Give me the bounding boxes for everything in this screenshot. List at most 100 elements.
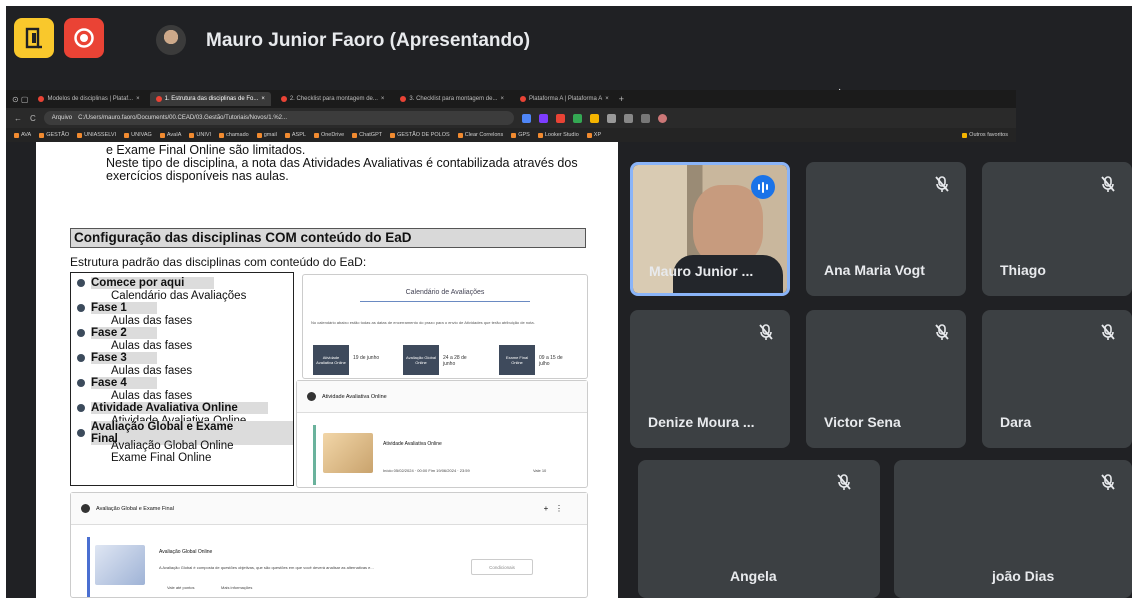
calendar-chip-value: 24 a 28 de junho (443, 355, 467, 367)
extension-icon[interactable] (538, 113, 548, 123)
calendar-chip: Exame Final Online (499, 345, 535, 375)
extension-icon[interactable] (640, 113, 650, 123)
doc-text: exercícios disponíveis nas aulas. (106, 169, 289, 183)
stop-presenting-button[interactable] (64, 18, 104, 58)
browser-tab[interactable]: 2. Checklist para montagem de... × (275, 92, 391, 106)
bookmark-item[interactable]: UNIVAG (124, 132, 152, 138)
divider (359, 301, 531, 302)
meet-window: Mauro Junior Faoro (Apresentando) ⊙ ▢ Mo… (6, 6, 1132, 598)
global-section-header[interactable]: Avaliação Global e Exame Final + ⋮ (71, 493, 587, 525)
bookmark-icon (159, 132, 165, 138)
url-field[interactable]: Arquivo C:/Users/mauro.faoro/Documents/00… (43, 111, 514, 125)
bookmark-item[interactable]: gmail (256, 132, 277, 138)
bookmark-label: GESTÃO DE POLOS (397, 132, 450, 138)
bookmark-icon (511, 132, 517, 138)
new-tab-icon[interactable]: + (619, 94, 624, 104)
bookmarks-folder[interactable]: Outros favoritos (962, 132, 1008, 138)
extension-icon[interactable] (521, 113, 531, 123)
bookmark-item[interactable]: XP (586, 132, 601, 138)
exit-presentation-button[interactable] (14, 18, 54, 58)
outline-item: Fase 3 (77, 352, 293, 365)
course-outline: Comece por aqui Calendário das Avaliaçõe… (70, 272, 294, 486)
extension-icon[interactable] (606, 113, 616, 123)
outline-item: Comece por aqui (77, 277, 293, 290)
bookmark-item[interactable]: Clear Correlons (457, 132, 503, 138)
participant-tile[interactable]: Ana Maria Vogt (806, 162, 966, 296)
calendar-chip-value: 19 de junho (353, 355, 380, 361)
profile-icon[interactable] (657, 113, 667, 123)
activity-section-header[interactable]: Atividade Avaliativa Online (297, 381, 587, 413)
document-page: e Exame Final Online são limitados. Nest… (36, 142, 618, 598)
collapse-icon (81, 504, 90, 513)
participant-name: Victor Sena (824, 414, 901, 430)
activity-item-title[interactable]: Atividade Avaliativa Online (383, 441, 442, 447)
participant-tile[interactable]: Denize Moura ... (630, 310, 790, 448)
global-thumbnail (95, 545, 145, 585)
bookmark-item[interactable]: GPS (511, 132, 530, 138)
activity-thumbnail (323, 433, 373, 473)
mic-off-icon (837, 474, 851, 490)
bookmark-label: UNIVI (196, 132, 212, 138)
bookmark-item[interactable]: GESTÃO DE POLOS (390, 132, 450, 138)
bookmark-icon (14, 132, 19, 138)
bookmark-item[interactable]: Looker Studio (537, 132, 579, 138)
participant-tile-speaker[interactable]: Mauro Junior ... (630, 162, 790, 296)
participant-name: Dara (1000, 414, 1032, 430)
back-icon[interactable]: ← (14, 114, 22, 123)
outline-subitem: Aulas das fases (111, 364, 193, 377)
calendar-description: No calendário abaixo estão todas as data… (311, 320, 535, 325)
extension-icon[interactable] (572, 113, 582, 123)
global-view-link[interactable]: Mais informações (221, 585, 252, 590)
extension-icon[interactable] (589, 113, 599, 123)
bookmark-icon (586, 132, 592, 138)
participant-tile[interactable]: Dara (982, 310, 1132, 448)
bookmark-icon (457, 132, 463, 138)
participant-tile[interactable]: Thiago (982, 162, 1132, 296)
bookmark-item[interactable]: UNIASSELVI (77, 132, 116, 138)
bookmark-item[interactable]: AVA (14, 132, 31, 138)
bullet-icon (77, 429, 85, 438)
participant-tile[interactable]: Angela (638, 460, 880, 598)
activity-card: Atividade Avaliativa Online Atividade Av… (296, 380, 588, 488)
calendar-chip: Atividade Avaliativa Online (313, 345, 349, 375)
bookmark-label: GPS (518, 132, 530, 138)
presenter-avatar (156, 25, 186, 55)
browser-tab[interactable]: Plataforma A | Plataforma A × (514, 92, 615, 106)
participant-name: Thiago (1000, 262, 1046, 278)
bookmark-icon (284, 132, 290, 138)
bookmark-item[interactable]: GESTÃO (39, 132, 69, 138)
bullet-icon (77, 354, 85, 363)
participant-name: joão Dias (992, 568, 1055, 584)
bookmark-item[interactable]: ChatGPT (352, 132, 382, 138)
reload-icon[interactable]: C (30, 114, 36, 123)
browser-tab[interactable]: 3. Checklist para montagem de... × (394, 92, 510, 106)
participant-tile[interactable]: joão Dias (894, 460, 1132, 598)
bookmark-item[interactable]: ASPL (284, 132, 306, 138)
browser-menu-icon[interactable]: ⊙ ▢ (12, 95, 28, 104)
participant-tile[interactable]: Victor Sena (806, 310, 966, 448)
browser-tab[interactable]: Modelos de disciplinas | Plataf... × (32, 92, 145, 106)
extension-icon[interactable] (623, 113, 633, 123)
bookmark-item[interactable]: OneDrive (313, 132, 344, 138)
activity-dates: Início 05/02/2024 · 00:00 Fim 19/06/2024… (383, 468, 470, 473)
global-item-title[interactable]: Avaliação Global Online (159, 549, 212, 555)
browser-address-bar: ← C Arquivo C:/Users/mauro.faoro/Document… (6, 108, 1016, 128)
bullet-icon (77, 404, 85, 413)
global-card: Avaliação Global e Exame Final + ⋮ Avalia… (70, 492, 588, 598)
bookmark-item[interactable]: chamado (219, 132, 249, 138)
mic-off-icon (759, 324, 773, 340)
mic-off-icon (1101, 176, 1115, 192)
browser-tab-active[interactable]: 1. Estrutura das disciplinas de Fo... × (149, 92, 271, 106)
bookmark-label: gmail (263, 132, 277, 138)
bookmark-item[interactable]: AvaIA (159, 132, 181, 138)
speaking-indicator-icon (751, 175, 775, 199)
bookmark-icon (313, 132, 319, 138)
more-icon[interactable]: + ⋮ (544, 504, 563, 513)
participant-name: Ana Maria Vogt (824, 262, 925, 278)
mic-off-icon (1101, 324, 1115, 340)
extension-icon[interactable] (555, 113, 565, 123)
accent-bar (313, 425, 316, 485)
bookmark-icon (352, 132, 358, 138)
outline-subitem: Aulas das fases (111, 314, 193, 327)
bookmark-item[interactable]: UNIVI (189, 132, 211, 138)
